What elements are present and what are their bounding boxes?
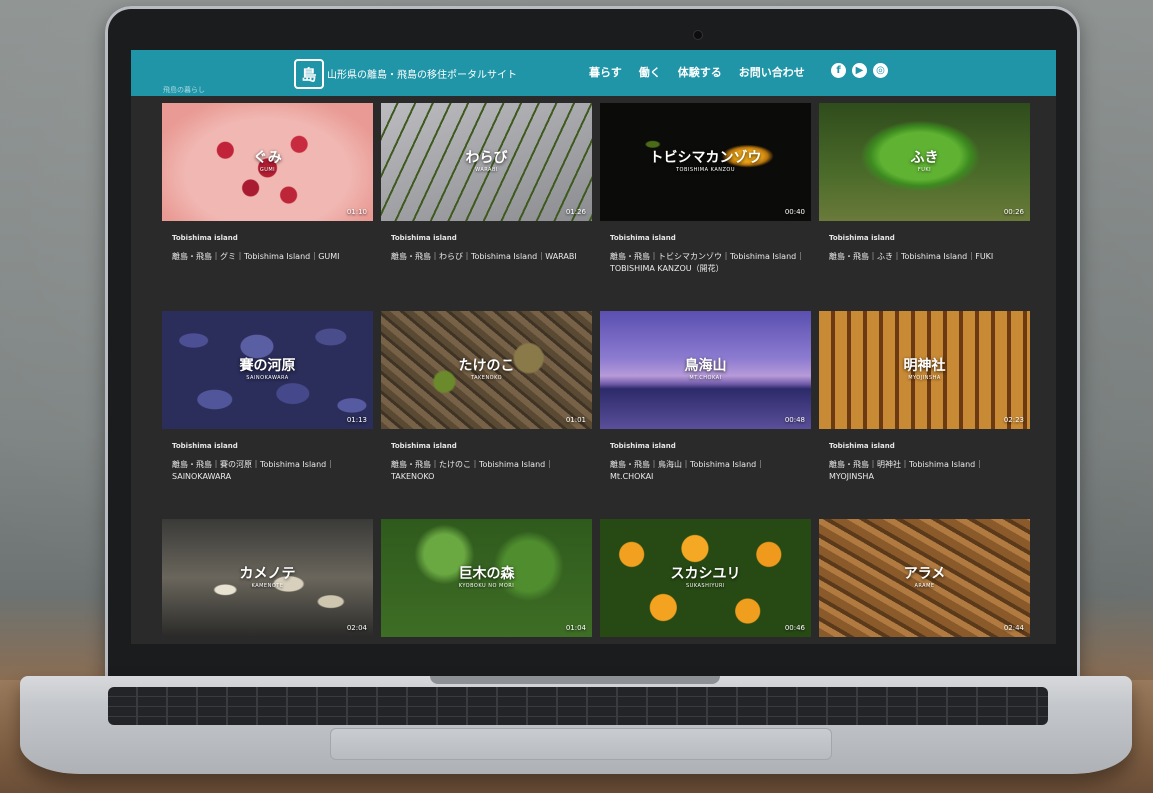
breadcrumb[interactable]: 飛島の暮らし bbox=[163, 85, 205, 95]
video-duration: 01:01 bbox=[565, 416, 586, 424]
laptop-hinge bbox=[430, 676, 720, 684]
video-thumbnail[interactable]: ぐみ GUMI 01:10 bbox=[162, 103, 373, 221]
site-title[interactable]: 山形県の離島・飛島の移住ポータルサイト bbox=[327, 66, 517, 81]
channel-name: Tobishima island bbox=[391, 234, 457, 242]
laptop-trackpad bbox=[330, 728, 832, 760]
channel-name: Tobishima island bbox=[610, 442, 676, 450]
breadcrumb-bar: 飛島の暮らし bbox=[131, 84, 1056, 96]
video-title[interactable]: 離島・飛島｜鳥海山｜Tobishima Island｜Mt.CHOKAI bbox=[610, 459, 805, 483]
video-duration: 01:13 bbox=[346, 416, 367, 424]
thumbnail-subtitle: SAINOKAWARA bbox=[246, 375, 289, 381]
browser-viewport: 島 山形県の離島・飛島の移住ポータルサイト 暮らす 働く 体験する お問い合わせ… bbox=[131, 50, 1056, 644]
site-header: 島 山形県の離島・飛島の移住ポータルサイト 暮らす 働く 体験する お問い合わせ… bbox=[131, 50, 1056, 96]
youtube-icon[interactable]: ▶ bbox=[852, 63, 867, 78]
thumbnail-subtitle: MT.CHOKAI bbox=[689, 375, 722, 381]
video-title[interactable]: 離島・飛島｜明神社｜Tobishima Island｜MYOJINSHA bbox=[829, 459, 1024, 483]
thumbnail-title: カメノテ bbox=[239, 566, 296, 582]
thumbnail-title: アラメ bbox=[903, 566, 946, 582]
thumbnail-title: 鳥海山 bbox=[684, 358, 727, 374]
video-duration: 01:26 bbox=[565, 208, 586, 216]
video-duration: 02:44 bbox=[1003, 624, 1024, 632]
video-thumbnail[interactable]: わらび WARABI 01:26 bbox=[381, 103, 592, 221]
thumbnail-title: たけのこ bbox=[458, 358, 515, 374]
video-thumbnail[interactable]: 明神社 MYOJINSHA 02:23 bbox=[819, 311, 1030, 429]
laptop-keyboard bbox=[108, 687, 1048, 725]
video-thumbnail[interactable]: たけのこ TAKENOKO 01:01 bbox=[381, 311, 592, 429]
thumbnail-title: ふき bbox=[910, 150, 939, 166]
video-title[interactable]: 離島・飛島｜たけのこ｜Tobishima Island｜TAKENOKO bbox=[391, 459, 586, 483]
thumbnail-title: トビシマカンゾウ bbox=[649, 150, 762, 166]
channel-name: Tobishima island bbox=[829, 234, 895, 242]
thumbnail-title: ぐみ bbox=[253, 150, 282, 166]
video-thumbnail[interactable]: カメノテ KAMENOTE 02:04 bbox=[162, 519, 373, 637]
video-duration: 01:10 bbox=[346, 208, 367, 216]
thumbnail-subtitle: SUKASHIYURI bbox=[685, 583, 725, 589]
video-duration: 01:04 bbox=[565, 624, 586, 632]
video-thumbnail[interactable]: 巨木の森 KYOBOKU NO MORI 01:04 bbox=[381, 519, 592, 637]
main-nav: 暮らす 働く 体験する お問い合わせ bbox=[589, 64, 822, 80]
nav-item-contact[interactable]: お問い合わせ bbox=[739, 64, 805, 80]
video-thumbnail[interactable]: ふき FUKI 00:26 bbox=[819, 103, 1030, 221]
video-duration: 00:40 bbox=[784, 208, 805, 216]
thumbnail-title: スカシユリ bbox=[670, 566, 741, 582]
video-thumbnail[interactable]: 賽の河原 SAINOKAWARA 01:13 bbox=[162, 311, 373, 429]
instagram-icon[interactable]: ◎ bbox=[873, 63, 888, 78]
thumbnail-title: 賽の河原 bbox=[239, 358, 296, 374]
video-duration: 02:04 bbox=[346, 624, 367, 632]
channel-name: Tobishima island bbox=[829, 442, 895, 450]
video-title[interactable]: 離島・飛島｜グミ｜Tobishima Island｜GUMI bbox=[172, 251, 367, 263]
video-title[interactable]: 離島・飛島｜ふき｜Tobishima Island｜FUKI bbox=[829, 251, 1024, 263]
thumbnail-subtitle: KYOBOKU NO MORI bbox=[458, 583, 515, 589]
channel-name: Tobishima island bbox=[172, 234, 238, 242]
channel-name: Tobishima island bbox=[172, 442, 238, 450]
video-thumbnail[interactable]: アラメ ARAME 02:44 bbox=[819, 519, 1030, 637]
video-duration: 02:23 bbox=[1003, 416, 1024, 424]
thumbnail-subtitle: ARAME bbox=[914, 583, 935, 589]
channel-name: Tobishima island bbox=[391, 442, 457, 450]
nav-item-experience[interactable]: 体験する bbox=[678, 64, 722, 80]
thumbnail-subtitle: FUKI bbox=[917, 167, 932, 173]
camera-icon bbox=[693, 30, 703, 40]
thumbnail-title: わらび bbox=[465, 150, 508, 166]
thumbnail-title: 明神社 bbox=[903, 358, 946, 374]
video-duration: 00:48 bbox=[784, 416, 805, 424]
channel-name: Tobishima island bbox=[610, 234, 676, 242]
thumbnail-subtitle: TAKENOKO bbox=[470, 375, 503, 381]
video-title[interactable]: 離島・飛島｜わらび｜Tobishima Island｜WARABI bbox=[391, 251, 586, 263]
video-title[interactable]: 離島・飛島｜賽の河原｜Tobishima Island｜SAINOKAWARA bbox=[172, 459, 367, 483]
video-thumbnail[interactable]: スカシユリ SUKASHIYURI 00:46 bbox=[600, 519, 811, 637]
thumbnail-subtitle: MYOJINSHA bbox=[908, 375, 941, 381]
facebook-icon[interactable]: f bbox=[831, 63, 846, 78]
video-thumbnail[interactable]: トビシマカンゾウ TOBISHIMA KANZOU 00:40 bbox=[600, 103, 811, 221]
video-duration: 00:26 bbox=[1003, 208, 1024, 216]
social-links: f ▶ ◎ bbox=[831, 63, 888, 78]
thumbnail-subtitle: WARABI bbox=[475, 167, 498, 173]
thumbnail-subtitle: TOBISHIMA KANZOU bbox=[676, 167, 735, 173]
video-thumbnail[interactable]: 鳥海山 MT.CHOKAI 00:48 bbox=[600, 311, 811, 429]
nav-item-work[interactable]: 働く bbox=[639, 64, 661, 80]
video-duration: 00:46 bbox=[784, 624, 805, 632]
thumbnail-subtitle: KAMENOTE bbox=[251, 583, 284, 589]
video-title[interactable]: 離島・飛島｜トビシマカンゾウ｜Tobishima Island｜TOBISHIM… bbox=[610, 251, 805, 275]
thumbnail-title: 巨木の森 bbox=[458, 566, 515, 582]
thumbnail-subtitle: GUMI bbox=[259, 167, 276, 173]
nav-item-living[interactable]: 暮らす bbox=[589, 64, 622, 80]
